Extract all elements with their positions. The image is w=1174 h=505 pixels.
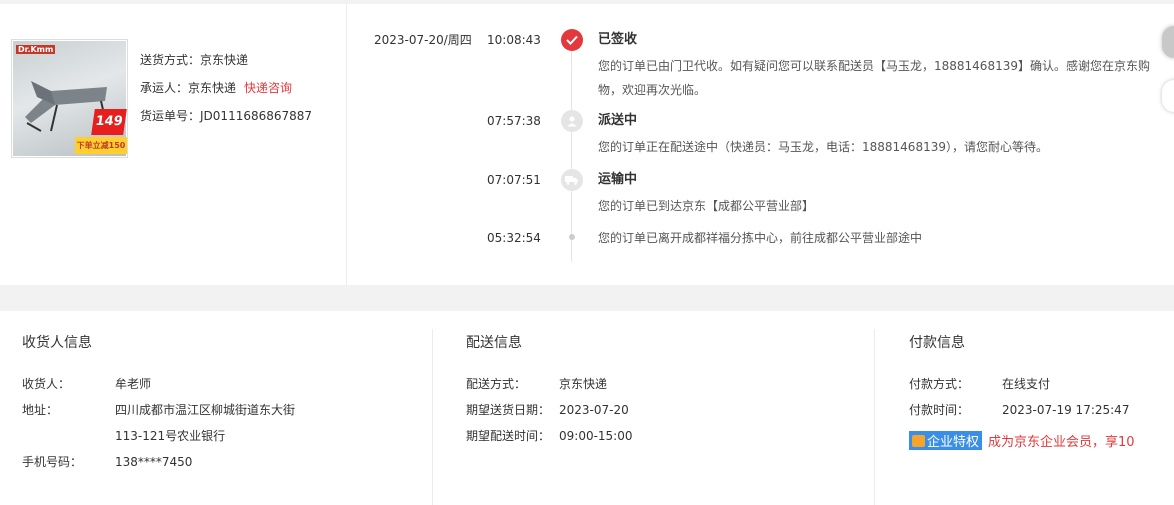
tracking-label: 货运单号： xyxy=(140,109,201,123)
payment-time-row: 付款时间： 2023-07-19 17:25:47 xyxy=(909,397,1174,423)
carrier-label: 承运人： xyxy=(140,81,189,95)
timeline-time: 07:57:38 xyxy=(487,114,541,128)
tracking-timeline: 2023-07-20/周四 10:08:43 已签收 您的订单已由门卫代收。如有… xyxy=(348,4,1174,285)
timeline-date: 2023-07-20/周四 xyxy=(374,33,472,47)
timeline-desc: 您的订单已由门卫代收。如有疑问您可以联系配送员【马玉龙，18881468139】… xyxy=(598,59,1150,97)
payment-method-row: 付款方式： 在线支付 xyxy=(909,371,1174,397)
product-thumbnail[interactable]: Dr.Kmm 149 下单立减150元 xyxy=(11,39,128,158)
side-panel-tab[interactable] xyxy=(1162,80,1174,112)
carrier-row: 承运人：京东快递 快递咨询 xyxy=(140,80,312,108)
receiver-address: 四川成都市温江区柳城街道东大街113-121号农业银行 xyxy=(115,403,296,443)
logistics-card: Dr.Kmm 149 下单立减150元 送货方式：京东快递 承运人：京东快递快递… xyxy=(0,4,1174,285)
timeline-line xyxy=(571,38,572,262)
shipping-method-label: 送货方式： xyxy=(140,53,201,67)
tracking-row: 货运单号：JD0111686867887 xyxy=(140,108,312,136)
receiver-name-label: 收货人： xyxy=(22,377,71,391)
receiver-address-row: 地址： 四川成都市温江区柳城街道东大街113-121号农业银行 xyxy=(22,397,432,449)
shipping-info: 送货方式：京东快递 承运人：京东快递 快递咨询 货运单号：JD0111686867… xyxy=(140,52,312,136)
timeline-title: 运输中 xyxy=(598,172,638,187)
payment-heading: 付款信息 xyxy=(909,335,965,351)
payment-info: 付款信息 付款方式： 在线支付 付款时间： 2023-07-19 17:25:4… xyxy=(874,329,1174,505)
timeline-title: 已签收 xyxy=(598,32,638,47)
price-tag: 149 xyxy=(91,109,127,135)
delivery-method: 京东快递 xyxy=(559,377,608,391)
receiver-name: 牟老师 xyxy=(115,377,152,391)
shipping-method-value: 京东快递 xyxy=(200,53,249,67)
delivery-time-row: 期望配送时间： 09:00-15:00 xyxy=(466,423,874,449)
timeline-desc: 您的订单已离开成都祥福分拣中心，前往成都公平营业部途中 xyxy=(598,231,923,245)
delivery-date-label: 期望送货日期： xyxy=(466,403,551,417)
timeline-desc: 您的订单正在配送途中（快递员：马玉龙，电话：18881468139），请您耐心等… xyxy=(598,140,1048,154)
truck-icon xyxy=(561,169,583,191)
enterprise-promo[interactable]: 企业特权 成为京东企业会员，享10 xyxy=(909,431,1174,450)
receiver-info: 收货人信息 收货人： 牟老师 地址： 四川成都市温江区柳城街道东大街113-12… xyxy=(22,329,432,505)
delivery-method-label: 配送方式： xyxy=(466,377,527,391)
timeline-dot xyxy=(569,234,575,240)
payment-time: 2023-07-19 17:25:47 xyxy=(1002,403,1130,417)
timeline-desc: 您的订单已到达京东【成都公平营业部】 xyxy=(598,199,815,213)
delivery-time: 09:00-15:00 xyxy=(559,429,633,443)
delivery-date-row: 期望送货日期： 2023-07-20 xyxy=(466,397,874,423)
delivery-date: 2023-07-20 xyxy=(559,403,629,417)
delivery-time-label: 期望配送时间： xyxy=(466,429,551,443)
tracking-number: JD0111686867887 xyxy=(200,109,313,123)
delivery-person-icon xyxy=(561,110,583,132)
timeline-title: 派送中 xyxy=(598,113,638,128)
enterprise-badge[interactable]: 企业特权 xyxy=(909,431,983,450)
gift-icon xyxy=(912,434,925,447)
brand-logo: Dr.Kmm xyxy=(16,45,56,54)
delivery-method-row: 配送方式： 京东快递 xyxy=(466,371,874,397)
receiver-phone-row: 手机号码： 138****7450 xyxy=(22,449,432,475)
check-icon xyxy=(561,29,583,51)
delivery-info: 配送信息 配送方式： 京东快递 期望送货日期： 2023-07-20 期望配送时… xyxy=(432,329,874,505)
enterprise-promo-text[interactable]: 成为京东企业会员，享10 xyxy=(988,431,1135,450)
payment-method: 在线支付 xyxy=(1002,377,1051,391)
side-panel-tab[interactable] xyxy=(1162,26,1174,58)
order-info-card: 收货人信息 收货人： 牟老师 地址： 四川成都市温江区柳城街道东大街113-12… xyxy=(0,311,1174,505)
order-summary: Dr.Kmm 149 下单立减150元 送货方式：京东快递 承运人：京东快递快递… xyxy=(0,4,347,285)
timeline-time: 05:32:54 xyxy=(487,231,541,245)
receiver-address-label: 地址： xyxy=(22,403,59,417)
receiver-phone-label: 手机号码： xyxy=(22,455,83,469)
carrier-value: 京东快递 xyxy=(188,81,237,95)
discount-banner: 下单立减150元 xyxy=(75,137,127,154)
payment-method-label: 付款方式： xyxy=(909,377,970,391)
receiver-name-row: 收货人： 牟老师 xyxy=(22,371,432,397)
courier-consult-link[interactable]: 快递咨询 xyxy=(244,81,292,95)
enterprise-badge-label: 企业特权 xyxy=(927,435,980,450)
product-image: Dr.Kmm 149 下单立减150元 xyxy=(13,41,127,156)
shipping-method-row: 送货方式：京东快递 xyxy=(140,52,312,80)
receiver-heading: 收货人信息 xyxy=(22,335,92,351)
timeline-time: 07:07:51 xyxy=(487,173,541,187)
timeline-time: 10:08:43 xyxy=(487,33,541,47)
delivery-heading: 配送信息 xyxy=(466,335,522,351)
receiver-phone: 138****7450 xyxy=(115,455,193,469)
payment-time-label: 付款时间： xyxy=(909,403,970,417)
